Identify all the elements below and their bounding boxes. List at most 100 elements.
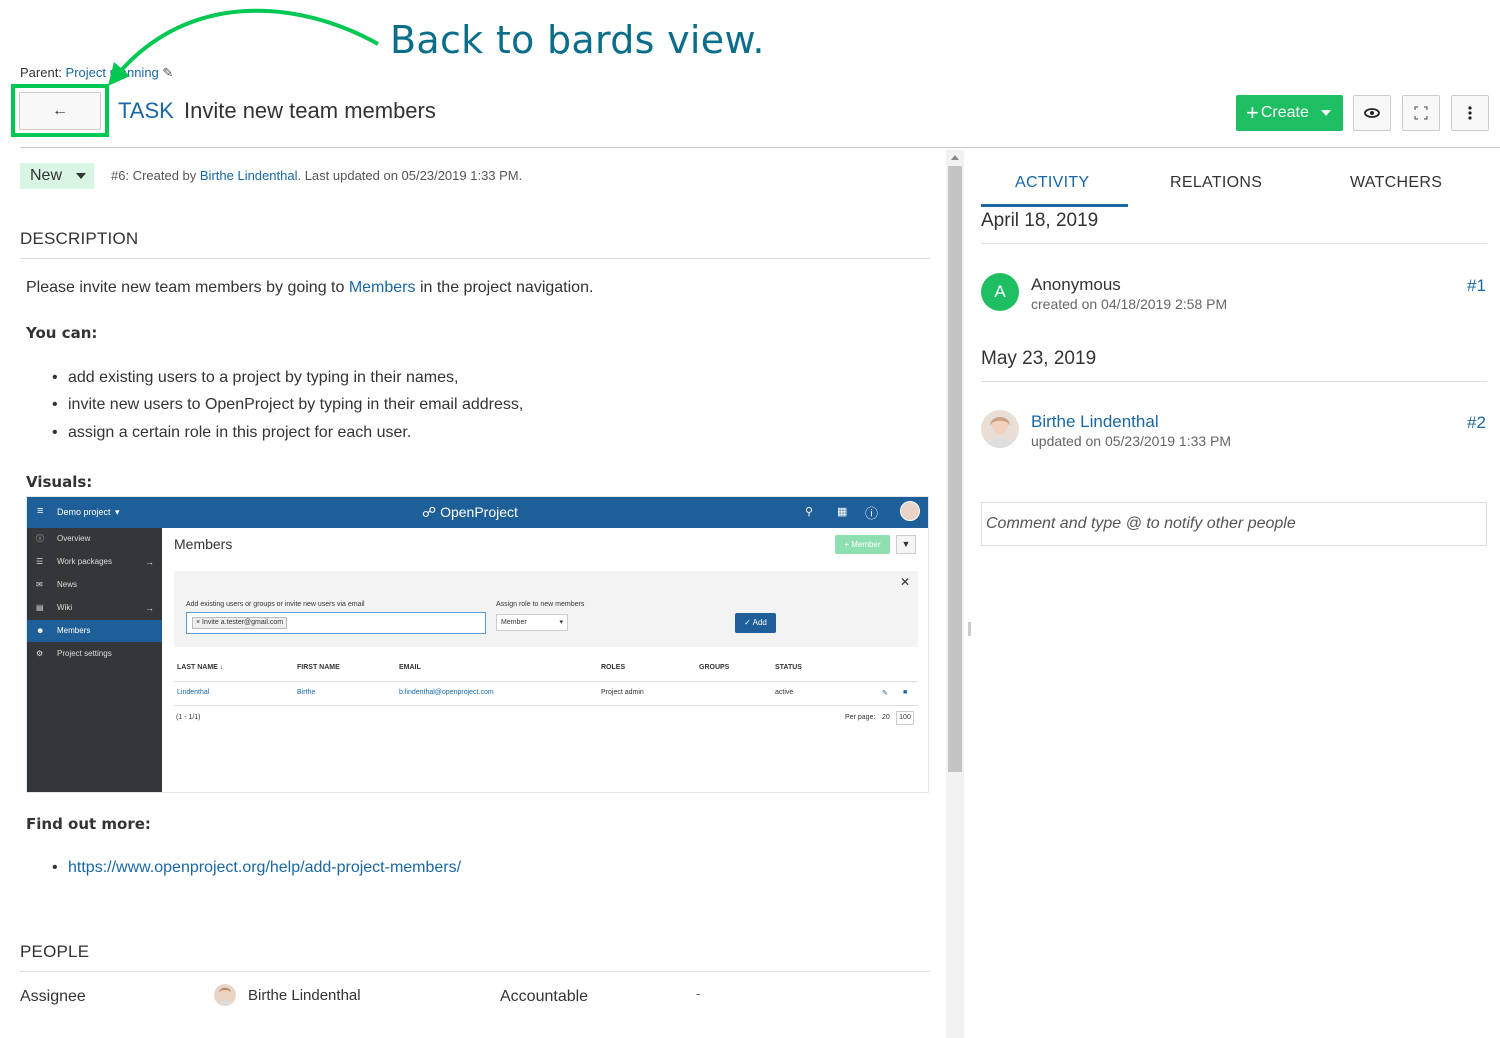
pencil-icon[interactable]: ✎ [162,65,173,80]
trash-icon: ■ [903,689,908,696]
embedded-divider [174,681,918,682]
scroll-up-icon[interactable] [951,155,959,160]
author-link[interactable]: Birthe Lindenthal [200,168,298,183]
embedded-col-header: STATUS [775,664,802,671]
megaphone-icon: ✉ [36,580,43,589]
intro-suffix: in the project navigation. [415,279,594,296]
watch-button[interactable] [1353,95,1391,131]
work-package-subject[interactable]: Invite new team members [184,98,436,124]
comment-input[interactable]: Comment and type @ to notify other peopl… [981,502,1487,546]
embedded-logo: ☍ OpenProject [422,504,518,520]
tab-activity[interactable]: ACTIVITY [1015,174,1089,192]
pane-resize-handle[interactable] [968,622,971,636]
parent-link[interactable]: Project planning [66,65,159,80]
embedded-cell: Project admin [601,689,644,696]
arrow-right-icon: → [145,557,154,567]
embedded-nav-label: Work packages [57,557,112,566]
help-icon: ⓘ [865,506,879,521]
activity-timestamp: created on 04/18/2019 2:58 PM [1031,296,1228,312]
embedded-pagination: (1 - 1/1) [176,714,201,721]
tab-watchers[interactable]: WATCHERS [1350,174,1442,192]
embedded-role-select: Member ▾ [496,614,568,631]
fullscreen-button[interactable] [1402,95,1440,131]
embedded-nav-item: ☻ Members [27,620,162,642]
chevron-down-icon [1320,110,1331,116]
intro-prefix: Please invite new team members by going … [26,279,349,296]
embedded-invite-chip: × Invite a.tester@gmail.com [192,617,288,629]
activity-divider [981,381,1487,382]
members-link[interactable]: Members [349,279,416,296]
chevron-down-icon [76,173,87,179]
embedded-cell: b.lindenthal@openproject.com [399,689,494,696]
header-divider [20,147,1500,148]
list-item: • assign a certain role in this project f… [52,424,412,441]
you-can-heading: You can: [26,324,98,342]
list-item-text: assign a certain role in this project fo… [68,424,412,441]
status-label: New [30,167,63,184]
embedded-cell: Lindenthal [177,689,210,696]
assignee-name[interactable]: Birthe Lindenthal [248,987,361,1004]
plus-icon: + [1246,100,1259,125]
activity-divider [981,243,1487,244]
accountable-label: Accountable [500,988,589,1005]
arrow-right-icon: → [145,603,154,613]
activity-user-name: Anonymous [1031,275,1121,294]
avatar [214,984,236,1006]
visuals-heading: Visuals: [26,473,93,491]
more-button[interactable] [1451,95,1489,131]
embedded-col-header: FIRST NAME [297,664,340,671]
embedded-per-page-100: 100 [896,711,914,725]
description-title: DESCRIPTION [20,229,139,248]
embedded-per-page-20: 20 [882,714,890,721]
embedded-nav-label: News [57,580,78,589]
scrollbar-thumb[interactable] [948,166,962,772]
embedded-nav-label: Members [57,626,91,635]
embedded-members-title: Members [174,536,233,552]
list-item-text: add existing users to a project by typin… [68,369,459,386]
grid-icon: ▦ [837,506,848,518]
avatar: A [981,273,1019,311]
activity-number-link[interactable]: #1 [1467,276,1486,296]
avatar [900,501,920,521]
activity-user-link[interactable]: Birthe Lindenthal [1031,412,1159,432]
embedded-nav-label: Project settings [57,649,112,658]
parent-label: Parent: [20,65,62,80]
vertical-dots-icon [1468,106,1472,120]
filter-icon: ▼ [896,535,916,554]
activity-date: April 18, 2019 [981,210,1099,231]
find-out-more-heading: Find out more: [26,815,151,833]
list-item: • https://www.openproject.org/help/add-pr… [52,859,462,876]
info-icon: ⓘ [36,534,44,543]
embedded-nav-item: ✉ News [27,574,162,596]
activity-number-link[interactable]: #2 [1467,413,1486,433]
embedded-divider [174,705,918,706]
tab-relations[interactable]: RELATIONS [1170,174,1262,192]
list-icon: ☰ [36,557,44,566]
embedded-cell: active [775,689,794,696]
eye-icon [1364,108,1380,118]
embedded-col-header: LAST NAME ↓ [177,664,224,671]
status-button[interactable]: New [20,163,94,189]
active-tab-indicator [981,204,1128,207]
embedded-nav-item: ▤ Wiki → [27,597,162,619]
members-screenshot-image: ≡ Demo project ▾ ☍ OpenProject ⚲ ▦ ⓘ ⓘ Ov… [26,496,929,793]
embedded-role-value: Member [501,619,527,626]
embedded-invite-input: × Invite a.tester@gmail.com [186,612,486,634]
description-intro: Please invite new team members by going … [26,279,593,297]
chevron-down-icon: ▾ [115,507,120,517]
embedded-nav-label: Wiki [57,603,73,612]
embedded-nav-item: ☰ Work packages → [27,551,162,573]
embedded-topbar: ≡ Demo project ▾ ☍ OpenProject ⚲ ▦ ⓘ [27,497,928,528]
help-link[interactable]: https://www.openproject.org/help/add-pro… [68,859,461,876]
accountable-value[interactable]: - [696,986,700,1001]
embedded-nav-item: ⓘ Overview [27,528,162,550]
embedded-role-label: Assign role to new members [496,601,585,608]
pencil-icon: ✎ [882,690,888,697]
create-label: Create [1260,104,1309,121]
list-item: • add existing users to a project by typi… [52,369,459,386]
hamburger-icon: ≡ [37,505,44,517]
embedded-nav-label: Overview [57,534,91,543]
embedded-add-member-button: + Member [835,535,890,554]
book-icon: ▤ [36,603,44,612]
create-button[interactable]: + Create [1236,95,1343,131]
